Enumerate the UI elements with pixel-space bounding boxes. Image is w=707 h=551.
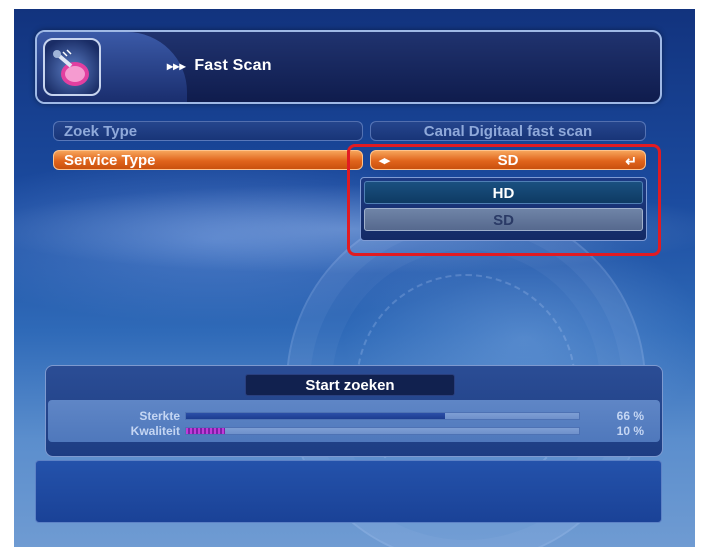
strength-label: Sterkte bbox=[139, 409, 180, 423]
quality-value: 10 % bbox=[616, 424, 644, 438]
option-value-zoek-type[interactable]: Canal Digitaal fast scan bbox=[370, 121, 646, 141]
breadcrumb-arrows-icon: ▸▸▸ bbox=[167, 59, 186, 73]
quality-bar bbox=[185, 427, 580, 435]
option-label-service-type[interactable]: Service Type bbox=[53, 150, 363, 170]
page-title: ▸▸▸ Fast Scan bbox=[167, 57, 272, 75]
strength-bar-fill bbox=[186, 413, 446, 419]
quality-bar-fill bbox=[186, 428, 226, 434]
satellite-dish-icon bbox=[43, 38, 101, 96]
page-title-text: Fast Scan bbox=[194, 57, 272, 74]
strength-value: 66 % bbox=[616, 409, 644, 423]
highlight-annotation-box bbox=[347, 144, 661, 256]
footer-info-panel bbox=[35, 460, 662, 523]
menu-header: ▸▸▸ Fast Scan bbox=[35, 30, 662, 104]
start-search-button[interactable]: Start zoeken bbox=[245, 374, 455, 396]
strength-bar bbox=[185, 412, 580, 420]
quality-label: Kwaliteit bbox=[130, 424, 180, 438]
header-tab bbox=[37, 32, 187, 102]
option-label-zoek-type[interactable]: Zoek Type bbox=[53, 121, 363, 141]
